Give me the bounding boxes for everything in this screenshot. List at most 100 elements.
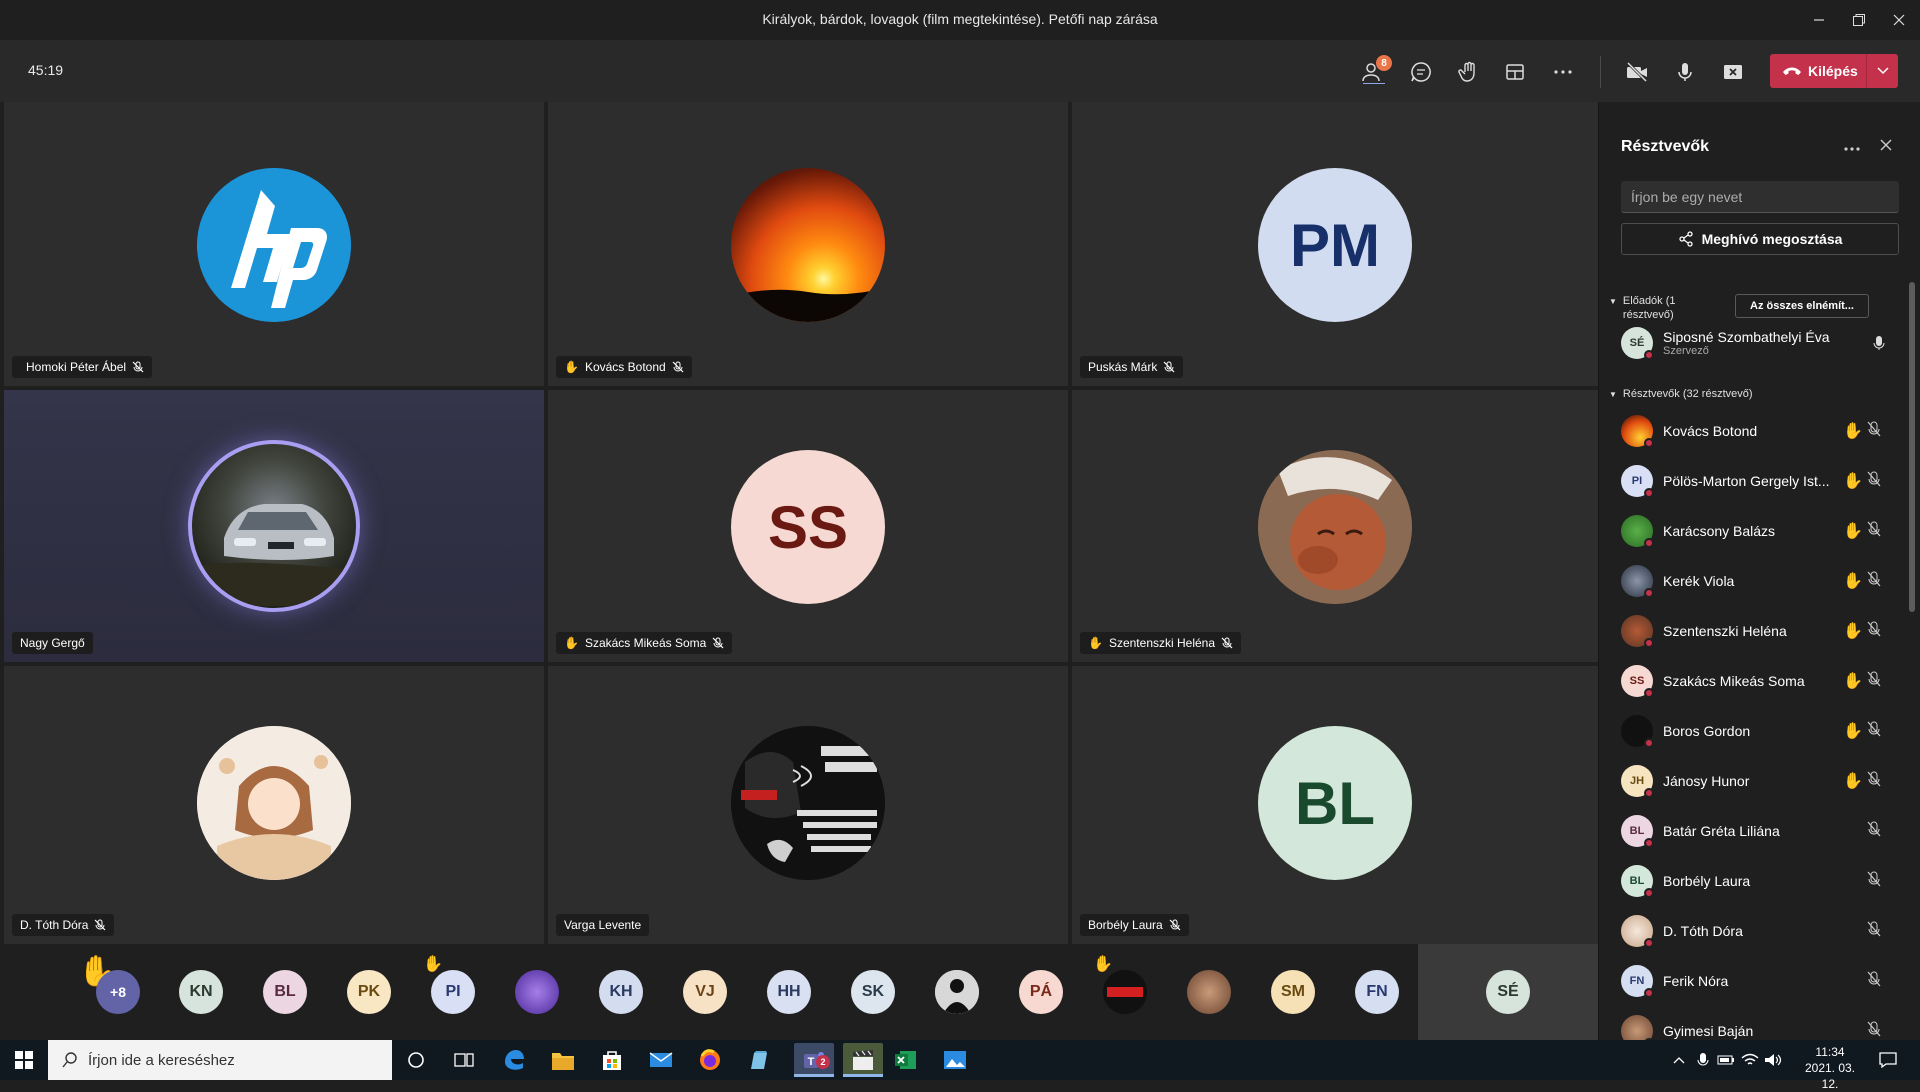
attendee-mic[interactable] — [1867, 971, 1881, 992]
video-tile[interactable]: PM Puskás Márk — [1072, 102, 1598, 386]
attendee-row[interactable]: SS Szakács Mikeás Soma ✋ — [1621, 656, 1897, 706]
strip-avatar[interactable]: SM — [1271, 970, 1315, 1014]
tray-mic-button[interactable] — [1693, 1046, 1713, 1074]
photos-app-button[interactable] — [941, 1046, 969, 1074]
breakout-rooms-button[interactable] — [1500, 57, 1530, 87]
strip-avatar[interactable]: BL — [263, 970, 307, 1014]
leave-options-button[interactable] — [1867, 67, 1898, 75]
attendee-mic[interactable] — [1867, 621, 1881, 642]
attendee-mic[interactable] — [1867, 721, 1881, 742]
attendee-row[interactable]: D. Tóth Dóra — [1621, 906, 1897, 956]
avatar-initials: FN — [1629, 975, 1645, 987]
mute-all-button[interactable]: Az összes elnémít... — [1735, 294, 1869, 318]
show-participants-button[interactable]: 8 — [1358, 55, 1392, 87]
notepad-app-button[interactable] — [745, 1046, 773, 1074]
attendee-mic[interactable] — [1867, 1021, 1881, 1041]
attendee-mic[interactable] — [1867, 771, 1881, 792]
leave-button[interactable]: Kilépés — [1770, 54, 1898, 88]
strip-avatar[interactable]: PÁ — [1019, 970, 1063, 1014]
battery-button[interactable] — [1716, 1046, 1736, 1074]
video-tile[interactable]: ✋ Kovács Botond — [548, 102, 1068, 386]
participant-name-tag: Homoki Péter Ábel — [12, 356, 153, 378]
show-chat-button[interactable] — [1406, 57, 1436, 87]
firefox-app-button[interactable] — [696, 1046, 724, 1074]
teams-app-button[interactable]: T 2 — [794, 1043, 834, 1077]
close-window-button[interactable] — [1878, 0, 1920, 40]
attendees-section-toggle[interactable]: ▼ Résztvevők (32 résztvevő) — [1609, 388, 1753, 400]
more-actions-button[interactable] — [1548, 57, 1578, 87]
camera-toggle-button[interactable] — [1622, 57, 1652, 87]
video-tile-speaking[interactable]: Nagy Gergő — [4, 390, 544, 662]
attendee-row[interactable]: JH Jánosy Hunor ✋ — [1621, 756, 1897, 806]
self-preview[interactable]: SÉ — [1418, 944, 1598, 1040]
explorer-app-button[interactable] — [549, 1046, 577, 1074]
strip-avatar[interactable]: SK — [851, 970, 895, 1014]
presenter-row[interactable]: SÉ Siposné Szombathelyi Éva Szervező — [1621, 318, 1897, 368]
share-screen-button[interactable] — [1718, 57, 1748, 87]
attendee-row[interactable]: BL Borbély Laura — [1621, 856, 1897, 906]
video-tile[interactable]: Varga Levente — [548, 666, 1068, 944]
show-hidden-icons-button[interactable] — [1670, 1046, 1688, 1074]
video-tile[interactable]: ✋ Szentenszki Heléna — [1072, 390, 1598, 662]
attendee-row[interactable]: PI Pölös-Marton Gergely Ist... ✋ — [1621, 456, 1897, 506]
strip-avatar[interactable] — [1187, 970, 1231, 1014]
share-invite-button[interactable]: Meghívó megosztása — [1621, 223, 1899, 255]
excel-app-button[interactable] — [892, 1046, 920, 1074]
attendee-row[interactable]: Kovács Botond ✋ — [1621, 406, 1897, 456]
attendee-row[interactable]: BL Batár Gréta Liliána — [1621, 806, 1897, 856]
video-editor-app-button[interactable] — [843, 1043, 883, 1077]
minimize-button[interactable] — [1798, 0, 1840, 40]
participant-search-input[interactable] — [1621, 181, 1899, 213]
edge-app-button[interactable] — [500, 1046, 528, 1074]
attendee-mic[interactable] — [1867, 421, 1881, 442]
attendee-mic[interactable] — [1867, 521, 1881, 542]
attendee-row[interactable]: Gyimesi Baján — [1621, 1006, 1897, 1040]
wifi-button[interactable] — [1740, 1046, 1760, 1074]
attendee-mic[interactable] — [1867, 571, 1881, 592]
mic-toggle-button[interactable] — [1670, 57, 1700, 87]
notifications-button[interactable] — [1874, 1046, 1902, 1074]
attendee-row[interactable]: FN Ferik Nóra — [1621, 956, 1897, 1006]
strip-avatar[interactable] — [1103, 970, 1147, 1014]
firefox-icon — [700, 1049, 720, 1070]
taskbar-search[interactable]: Írjon ide a kereséshez — [48, 1040, 392, 1080]
cortana-button[interactable] — [402, 1046, 430, 1074]
panel-scrollbar[interactable] — [1909, 282, 1915, 612]
attendee-row[interactable]: Karácsony Balázs ✋ — [1621, 506, 1897, 556]
strip-avatar[interactable]: PI — [431, 970, 475, 1014]
start-button[interactable] — [10, 1046, 38, 1074]
strip-avatar[interactable]: PK — [347, 970, 391, 1014]
attendee-row[interactable]: Kerék Viola ✋ — [1621, 556, 1897, 606]
taskbar-clock[interactable]: 11:34 2021. 03. 12. — [1795, 1044, 1865, 1092]
leave-main[interactable]: Kilépés — [1770, 63, 1866, 79]
attendee-mic[interactable] — [1867, 471, 1881, 492]
attendee-row[interactable]: Szentenszki Heléna ✋ — [1621, 606, 1897, 656]
video-tile[interactable]: SS ✋ Szakács Mikeás Soma — [548, 390, 1068, 662]
panel-more-button[interactable] — [1843, 136, 1861, 157]
task-view-button[interactable] — [450, 1046, 478, 1074]
attendee-name: Szentenszki Heléna — [1663, 623, 1787, 639]
attendee-mic[interactable] — [1867, 921, 1881, 942]
video-tile[interactable]: BL Borbély Laura — [1072, 666, 1598, 944]
strip-avatar[interactable]: HH — [767, 970, 811, 1014]
attendee-mic[interactable] — [1867, 871, 1881, 892]
attendee-row[interactable]: Boros Gordon ✋ — [1621, 706, 1897, 756]
attendee-mic[interactable] — [1867, 821, 1881, 842]
raise-hand-button[interactable] — [1454, 57, 1484, 87]
panel-close-button[interactable] — [1879, 136, 1893, 157]
video-tile[interactable]: Homoki Péter Ábel — [4, 102, 544, 386]
store-app-button[interactable] — [598, 1046, 626, 1074]
strip-avatar[interactable] — [935, 970, 979, 1014]
strip-avatar[interactable]: KN — [179, 970, 223, 1014]
strip-avatar[interactable] — [515, 970, 559, 1014]
overflow-participants-button[interactable]: +8 — [96, 970, 140, 1014]
participant-name-tag: Varga Levente — [556, 914, 650, 936]
restore-button[interactable] — [1838, 0, 1880, 40]
video-tile[interactable]: D. Tóth Dóra — [4, 666, 544, 944]
strip-avatar[interactable]: VJ — [683, 970, 727, 1014]
strip-avatar[interactable]: KH — [599, 970, 643, 1014]
volume-button[interactable] — [1763, 1046, 1783, 1074]
attendee-mic[interactable] — [1867, 671, 1881, 692]
mail-app-button[interactable] — [647, 1046, 675, 1074]
strip-avatar[interactable]: FN — [1355, 970, 1399, 1014]
